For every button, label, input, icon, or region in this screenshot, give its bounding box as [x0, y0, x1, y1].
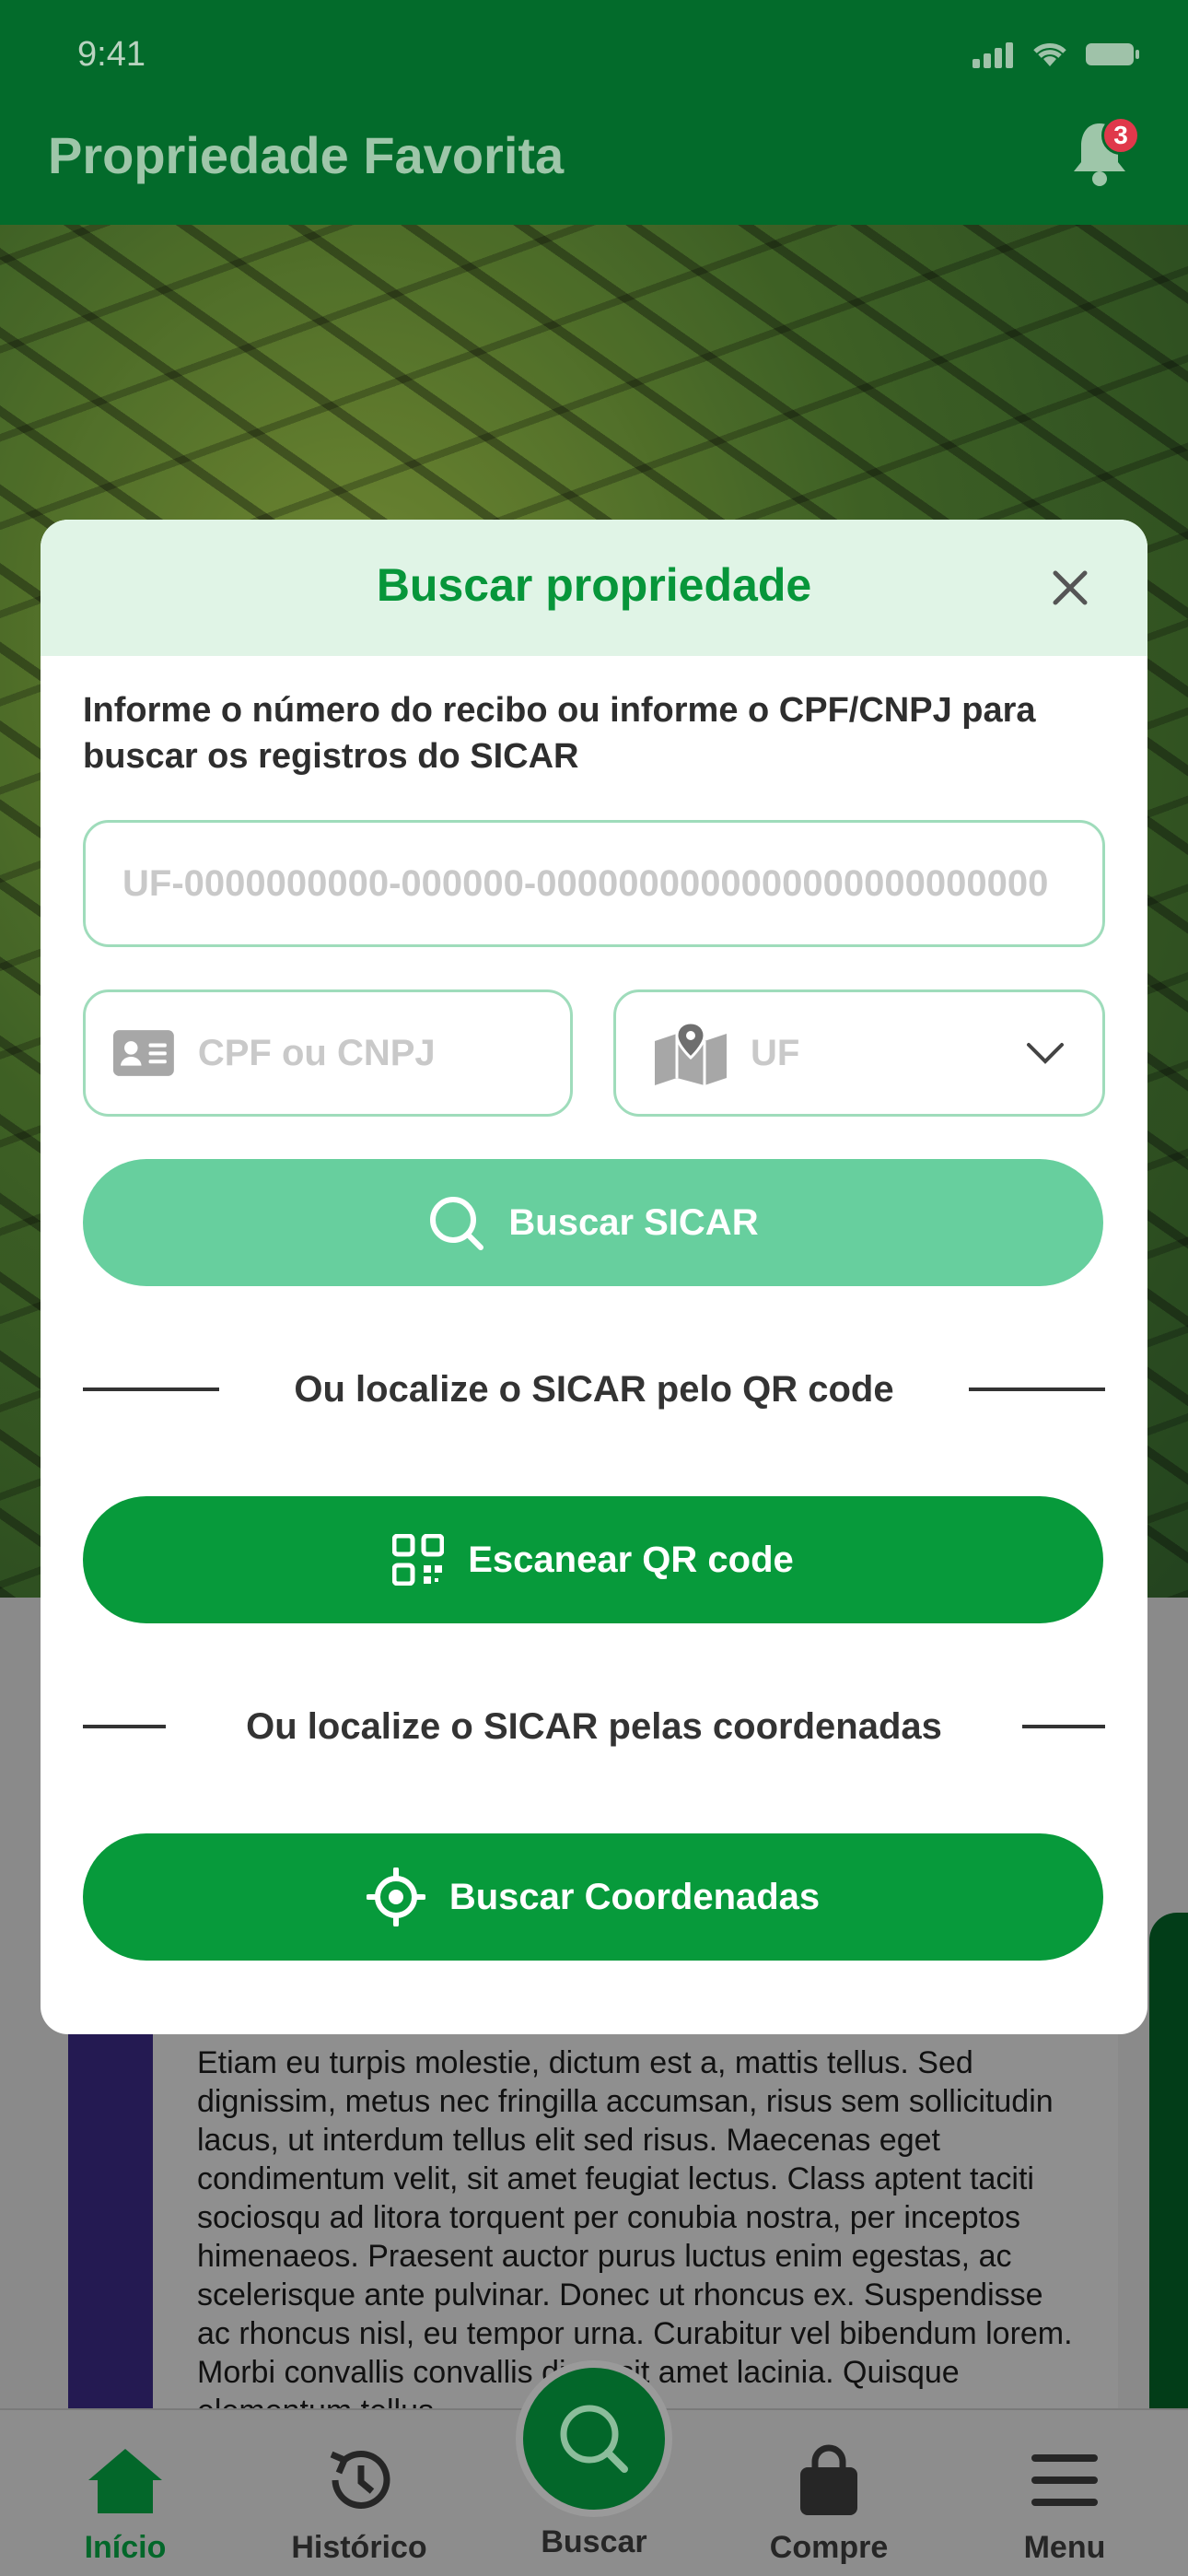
search-property-modal: Buscar propriedade Informe o número do r… — [41, 520, 1147, 2034]
close-icon — [1053, 570, 1088, 605]
uf-placeholder: UF — [751, 1032, 800, 1073]
modal-title: Buscar propriedade — [376, 559, 812, 611]
modal-description: Informe o número do recibo ou informe o … — [83, 691, 1036, 776]
receipt-field[interactable] — [83, 820, 1105, 947]
search-icon — [430, 1197, 484, 1250]
qr-code-icon — [392, 1534, 445, 1586]
scan-qr-button[interactable]: Escanear QR code — [83, 1496, 1103, 1623]
receipt-input[interactable] — [122, 862, 1066, 905]
divider-coords: Ou localize o SICAR pelas coordenadas — [83, 1699, 1105, 1754]
map-pin-icon — [655, 1021, 727, 1085]
modal-header: Buscar propriedade — [41, 520, 1147, 656]
search-coordinates-button[interactable]: Buscar Coordenadas — [83, 1833, 1103, 1961]
divider-qr: Ou localize o SICAR pelo QR code — [83, 1362, 1105, 1417]
cpf-field[interactable] — [83, 989, 573, 1117]
cpf-input[interactable] — [197, 1032, 542, 1074]
chevron-down-icon — [1027, 1043, 1064, 1064]
divider-coords-text: Ou localize o SICAR pelas coordenadas — [246, 1705, 942, 1747]
search-sicar-label: Buscar SICAR — [508, 1201, 759, 1243]
search-coordinates-label: Buscar Coordenadas — [448, 1876, 821, 1917]
uf-select[interactable]: UF — [613, 989, 1105, 1117]
scan-qr-label: Escanear QR code — [468, 1539, 794, 1580]
crosshair-icon — [366, 1868, 425, 1926]
search-sicar-button[interactable]: Buscar SICAR — [83, 1159, 1103, 1286]
id-card-icon — [113, 1030, 174, 1076]
divider-qr-text: Ou localize o SICAR pelo QR code — [294, 1368, 894, 1410]
close-button[interactable] — [1048, 566, 1092, 610]
